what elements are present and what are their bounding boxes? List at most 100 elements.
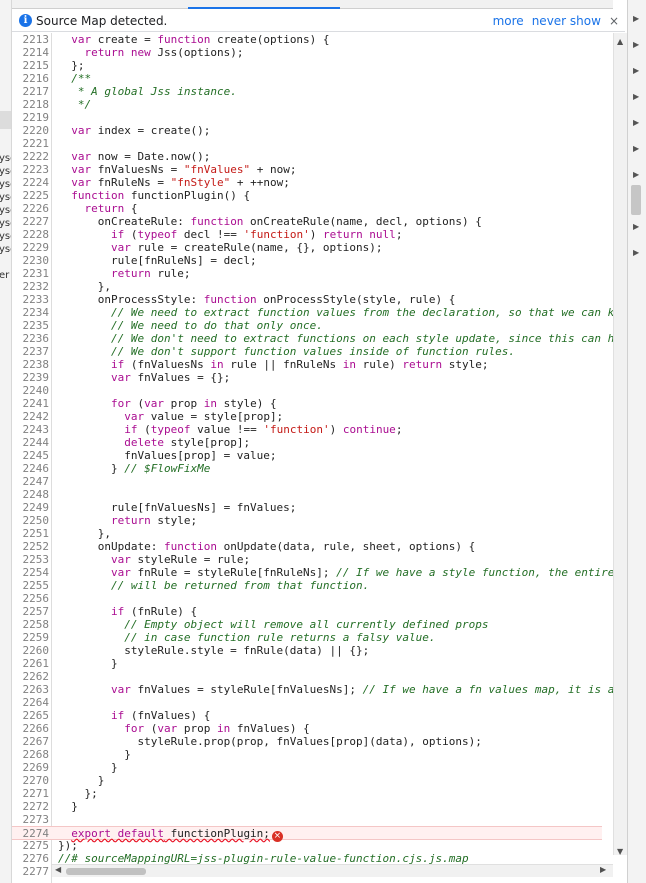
line-number[interactable]: 2243 xyxy=(12,423,50,436)
code-line[interactable]: 2228 if (typeof decl !== 'function') ret… xyxy=(12,228,602,241)
panel-expand-icon[interactable]: ▶ xyxy=(633,170,639,179)
line-number[interactable]: 2220 xyxy=(12,124,50,137)
line-number[interactable]: 2233 xyxy=(12,293,50,306)
code-line[interactable]: 2223 var fnValuesNs = "fnValues" + now; xyxy=(12,163,602,176)
more-link[interactable]: more xyxy=(493,14,524,28)
code-line[interactable]: 2247 xyxy=(12,475,602,488)
line-number[interactable]: 2247 xyxy=(12,475,50,488)
code-line[interactable]: 2217 * A global Jss instance. xyxy=(12,85,602,98)
line-number[interactable]: 2270 xyxy=(12,774,50,787)
code-line[interactable]: 2256 xyxy=(12,592,602,605)
code-line[interactable]: 2252 onUpdate: function onUpdate(data, r… xyxy=(12,540,602,553)
line-number[interactable]: 2239 xyxy=(12,371,50,384)
line-number[interactable]: 2213 xyxy=(12,33,50,46)
code-line[interactable]: 2215 }; xyxy=(12,59,602,72)
code-line[interactable]: 2218 */ xyxy=(12,98,602,111)
line-number[interactable]: 2225 xyxy=(12,189,50,202)
line-number[interactable]: 2265 xyxy=(12,709,50,722)
line-number[interactable]: 2276 xyxy=(12,852,50,865)
line-number[interactable]: 2248 xyxy=(12,488,50,501)
code-line[interactable]: 2259 // in case function rule returns a … xyxy=(12,631,602,644)
code-line[interactable]: 2267 styleRule.prop(prop, fnValues[prop]… xyxy=(12,735,602,748)
line-number[interactable]: 2252 xyxy=(12,540,50,553)
line-number[interactable]: 2249 xyxy=(12,501,50,514)
line-number[interactable]: 2242 xyxy=(12,410,50,423)
line-number[interactable]: 2227 xyxy=(12,215,50,228)
line-number[interactable]: 2236 xyxy=(12,332,50,345)
line-number[interactable]: 2258 xyxy=(12,618,50,631)
code-line[interactable]: 2266 for (var prop in fnValues) { xyxy=(12,722,602,735)
code-line[interactable]: 2224 var fnRuleNs = "fnStyle" + ++now; xyxy=(12,176,602,189)
code-line[interactable]: 2275}); xyxy=(12,839,602,852)
line-number[interactable]: 2231 xyxy=(12,267,50,280)
code-line[interactable]: 2219 xyxy=(12,111,602,124)
code-line[interactable]: 2229 var rule = createRule(name, {}, opt… xyxy=(12,241,602,254)
code-line[interactable]: 2268 } xyxy=(12,748,602,761)
line-number[interactable]: 2266 xyxy=(12,722,50,735)
code-line[interactable]: 2249 rule[fnValuesNs] = fnValues; xyxy=(12,501,602,514)
line-number[interactable]: 2275 xyxy=(12,839,50,852)
code-line[interactable]: 2233 onProcessStyle: function onProcessS… xyxy=(12,293,602,306)
code-line[interactable]: 2273 xyxy=(12,813,602,826)
code-line[interactable]: 2232 }, xyxy=(12,280,602,293)
line-number[interactable]: 2221 xyxy=(12,137,50,150)
code-line[interactable]: 2246 } // $FlowFixMe xyxy=(12,462,602,475)
panel-scroll-thumb[interactable] xyxy=(631,185,641,215)
line-number[interactable]: 2235 xyxy=(12,319,50,332)
panel-expand-icon[interactable]: ▶ xyxy=(633,66,639,75)
code-line[interactable]: 2254 var fnRule = styleRule[fnRuleNs]; /… xyxy=(12,566,614,579)
line-number[interactable]: 2267 xyxy=(12,735,50,748)
close-icon[interactable]: × xyxy=(609,14,619,28)
line-number[interactable]: 2215 xyxy=(12,59,50,72)
scroll-right-icon[interactable]: ▶ xyxy=(600,865,606,874)
line-number[interactable]: 2229 xyxy=(12,241,50,254)
line-number[interactable]: 2264 xyxy=(12,696,50,709)
code-line[interactable]: 2226 return { xyxy=(12,202,602,215)
line-number[interactable]: 2232 xyxy=(12,280,50,293)
line-number[interactable]: 2253 xyxy=(12,553,50,566)
code-line[interactable]: 2245 fnValues[prop] = value; xyxy=(12,449,602,462)
line-number[interactable]: 2228 xyxy=(12,228,50,241)
code-line[interactable]: 2243 if (typeof value !== 'function') co… xyxy=(12,423,602,436)
code-line-error[interactable]: 2274 export default functionPlugin; × xyxy=(12,826,602,842)
line-number[interactable]: 2218 xyxy=(12,98,50,111)
code-line[interactable]: 2231 return rule; xyxy=(12,267,602,280)
code-line[interactable]: 2241 for (var prop in style) { xyxy=(12,397,602,410)
code-line[interactable]: 2239 var fnValues = {}; xyxy=(12,371,602,384)
code-line[interactable]: 2248 xyxy=(12,488,602,501)
code-line[interactable]: 2257 if (fnRule) { xyxy=(12,605,602,618)
line-number[interactable]: 2214 xyxy=(12,46,50,59)
line-number[interactable]: 2224 xyxy=(12,176,50,189)
code-line[interactable]: 2242 var value = style[prop]; xyxy=(12,410,602,423)
code-line[interactable]: 2269 } xyxy=(12,761,602,774)
code-line[interactable]: 2253 var styleRule = rule; xyxy=(12,553,602,566)
line-number[interactable]: 2256 xyxy=(12,592,50,605)
line-number[interactable]: 2217 xyxy=(12,85,50,98)
line-number[interactable]: 2250 xyxy=(12,514,50,527)
code-line[interactable]: 2237 // We don't support function values… xyxy=(12,345,602,358)
code-line[interactable]: 2222 var now = Date.now(); xyxy=(12,150,602,163)
code-line[interactable]: 2260 styleRule.style = fnRule(data) || {… xyxy=(12,644,602,657)
code-line[interactable]: 2213 var create = function create(option… xyxy=(12,33,602,46)
code-line[interactable]: 2262 xyxy=(12,670,602,683)
panel-expand-icon[interactable]: ▶ xyxy=(633,222,639,231)
line-number[interactable]: 2230 xyxy=(12,254,50,267)
code-line[interactable]: 2264 xyxy=(12,696,602,709)
line-number[interactable]: 2262 xyxy=(12,670,50,683)
scroll-up-icon[interactable]: ▲ xyxy=(617,37,623,46)
code-line[interactable]: 2265 if (fnValues) { xyxy=(12,709,602,722)
code-line[interactable]: 2225 function functionPlugin() { xyxy=(12,189,602,202)
line-number[interactable]: 2277 xyxy=(12,865,50,878)
line-number[interactable]: 2240 xyxy=(12,384,50,397)
code-line[interactable]: 2271 }; xyxy=(12,787,602,800)
code-line[interactable]: 2238 if (fnValuesNs in rule || fnRuleNs … xyxy=(12,358,602,371)
code-line[interactable]: 2221 xyxy=(12,137,602,150)
code-line[interactable]: 2255 // will be returned from that funct… xyxy=(12,579,602,592)
line-number[interactable]: 2255 xyxy=(12,579,50,592)
line-number[interactable]: 2273 xyxy=(12,813,50,826)
line-number[interactable]: 2251 xyxy=(12,527,50,540)
line-number[interactable]: 2269 xyxy=(12,761,50,774)
panel-expand-icon[interactable]: ▶ xyxy=(633,92,639,101)
code-line[interactable]: 2235 // We need to do that only once. xyxy=(12,319,602,332)
line-number[interactable]: 2241 xyxy=(12,397,50,410)
